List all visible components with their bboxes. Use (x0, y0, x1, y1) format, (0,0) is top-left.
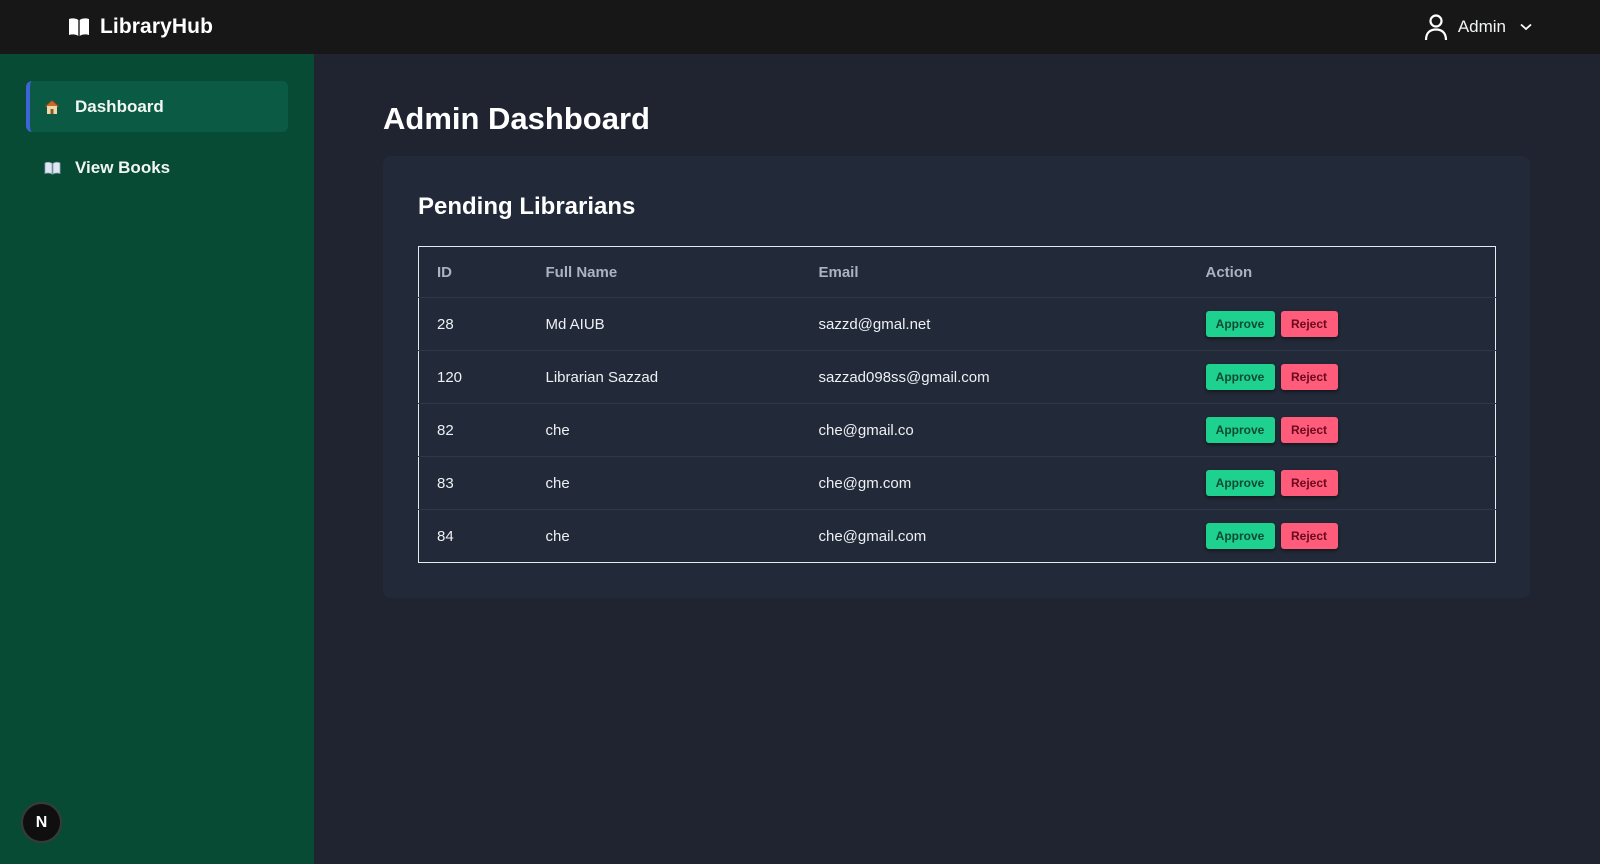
cell-id: 28 (418, 297, 528, 351)
book-icon (43, 159, 61, 177)
n-badge[interactable]: N (21, 802, 62, 843)
sidebar: Dashboard View Books N (0, 54, 314, 864)
reject-button[interactable]: Reject (1280, 470, 1338, 496)
cell-email: che@gmail.co (800, 403, 1188, 457)
table-row: 120 Librarian Sazzad sazzad098ss@gmail.c… (418, 350, 1496, 404)
page-title: Admin Dashboard (383, 101, 650, 136)
table-row: 82 che che@gmail.co Approve Reject (418, 403, 1496, 457)
cell-action: Approve Reject (1187, 350, 1496, 404)
cell-email: sazzd@gmal.net (800, 297, 1188, 351)
card-title: Pending Librarians (418, 193, 636, 220)
column-header-full-name: Full Name (545, 263, 618, 281)
open-book-icon (68, 17, 90, 37)
approve-button[interactable]: Approve (1205, 364, 1275, 390)
table-row: 84 che che@gmail.com Approve Reject (418, 509, 1496, 563)
user-menu[interactable]: Admin (1424, 13, 1532, 41)
pending-librarians-card: Pending Librarians ID Full Name Email Ac… (383, 156, 1530, 598)
cell-action: Approve Reject (1187, 297, 1496, 351)
cell-email: che@gm.com (800, 456, 1188, 510)
user-icon (1424, 13, 1448, 41)
brand[interactable]: LibraryHub (68, 15, 213, 39)
column-header-action: Action (1205, 263, 1253, 281)
brand-name: LibraryHub (100, 15, 214, 38)
top-navbar: LibraryHub Admin (0, 0, 1600, 54)
approve-button[interactable]: Approve (1205, 470, 1275, 496)
cell-email: sazzad098ss@gmail.com (800, 350, 1188, 404)
cell-id: 82 (418, 403, 528, 457)
cell-full-name: che (527, 509, 801, 563)
reject-button[interactable]: Reject (1280, 311, 1338, 337)
cell-full-name: che (527, 403, 801, 457)
sidebar-item-view-books[interactable]: View Books (26, 142, 288, 193)
reject-button[interactable]: Reject (1280, 417, 1338, 443)
cell-id: 120 (418, 350, 528, 404)
house-icon (43, 98, 61, 116)
table-header-row: ID Full Name Email Action (419, 247, 1496, 298)
cell-id: 83 (418, 456, 528, 510)
cell-full-name: Md AIUB (527, 297, 801, 351)
table-row: 28 Md AIUB sazzd@gmal.net Approve Reject (418, 297, 1496, 351)
cell-action: Approve Reject (1187, 403, 1496, 457)
sidebar-item-label: View Books (75, 157, 171, 177)
chevron-down-icon (1520, 23, 1532, 31)
sidebar-item-dashboard[interactable]: Dashboard (26, 81, 288, 132)
cell-action: Approve Reject (1187, 509, 1496, 563)
reject-button[interactable]: Reject (1280, 523, 1338, 549)
approve-button[interactable]: Approve (1205, 417, 1275, 443)
main-content: Admin Dashboard Pending Librarians ID Fu… (383, 54, 1533, 598)
approve-button[interactable]: Approve (1205, 523, 1275, 549)
sidebar-item-label: Dashboard (75, 96, 164, 116)
cell-id: 84 (418, 509, 528, 563)
approve-button[interactable]: Approve (1205, 311, 1275, 337)
cell-full-name: Librarian Sazzad (527, 350, 801, 404)
cell-email: che@gmail.com (800, 509, 1188, 563)
table-row: 83 che che@gm.com Approve Reject (418, 456, 1496, 510)
pending-librarians-table: ID Full Name Email Action 28 Md AIUB saz… (418, 246, 1496, 563)
column-header-id: ID (437, 263, 452, 281)
cell-full-name: che (527, 456, 801, 510)
user-name: Admin (1457, 17, 1506, 36)
column-header-email: Email (818, 263, 859, 281)
reject-button[interactable]: Reject (1280, 364, 1338, 390)
cell-action: Approve Reject (1187, 456, 1496, 510)
